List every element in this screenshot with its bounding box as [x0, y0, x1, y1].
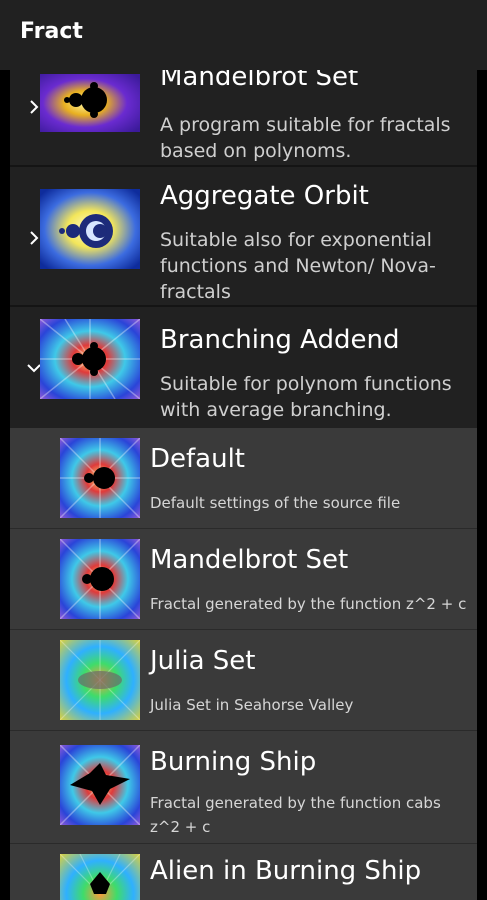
- mandelbrot-set-thumbnail: [60, 539, 160, 619]
- child-title: Mandelbrot Set: [150, 545, 349, 575]
- group-description: Suitable for polynom functions with aver…: [160, 373, 452, 421]
- group-title: Aggregate Orbit: [160, 181, 369, 211]
- group-mandelbrot-set[interactable]: Mandelbrot Set A program suitable for fr…: [10, 70, 477, 165]
- child-item-burning-ship[interactable]: Burning Ship Fractal generated by the fu…: [10, 731, 477, 843]
- julia-set-thumbnail: [60, 640, 160, 720]
- group-title: Branching Addend: [160, 325, 400, 355]
- app-bar: Fract: [0, 0, 487, 70]
- child-description: Default settings of the source file: [150, 494, 401, 512]
- child-description: Fractal generated by the function cabs z…: [150, 794, 441, 836]
- child-item-mandelbrot-set[interactable]: Mandelbrot Set Fractal generated by the …: [10, 529, 477, 629]
- child-item-default[interactable]: Default Default settings of the source f…: [10, 428, 477, 528]
- group-description: A program suitable for fractals based on…: [160, 114, 451, 162]
- default-thumbnail: [60, 438, 160, 518]
- branching-addend-thumbnail: [40, 319, 140, 399]
- child-title: Burning Ship: [150, 747, 317, 777]
- app-title: Fract: [20, 19, 83, 44]
- child-list: Default Default settings of the source f…: [10, 428, 477, 900]
- group-title: Mandelbrot Set: [160, 70, 359, 92]
- child-title: Default: [150, 444, 245, 474]
- burning-ship-thumbnail: [60, 745, 160, 825]
- child-item-alien-in-burning-ship[interactable]: Alien in Burning Ship: [10, 844, 477, 900]
- group-description: Suitable also for exponential functions …: [160, 229, 436, 303]
- aggregate-orbit-thumbnail: [40, 189, 140, 269]
- child-description: Julia Set in Seahorse Valley: [150, 696, 354, 714]
- child-item-julia-set[interactable]: Julia Set Julia Set in Seahorse Valley: [10, 630, 477, 730]
- child-title: Julia Set: [150, 646, 256, 676]
- child-title: Alien in Burning Ship: [150, 856, 422, 886]
- group-aggregate-orbit[interactable]: Aggregate Orbit Suitable also for expone…: [10, 167, 477, 305]
- child-description: Fractal generated by the function z^2 + …: [150, 595, 467, 613]
- alien-thumbnail: [60, 854, 160, 900]
- mandelbrot-thumbnail: [40, 74, 140, 132]
- group-branching-addend[interactable]: Branching Addend Suitable for polynom fu…: [10, 307, 477, 428]
